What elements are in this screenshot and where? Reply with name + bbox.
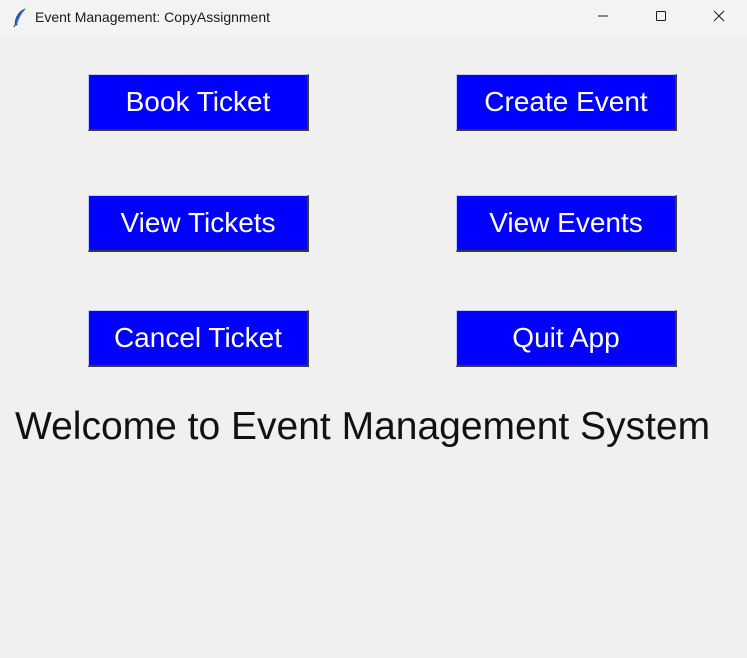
window-title: Event Management: CopyAssignment [35,9,271,25]
view-tickets-button[interactable]: View Tickets [88,195,309,252]
maximize-button[interactable] [632,0,690,36]
app-window: Event Management: CopyAssignment Book Ti… [0,0,747,658]
create-event-button[interactable]: Create Event [456,74,677,131]
feather-icon [12,8,28,28]
view-events-button[interactable]: View Events [456,195,677,252]
maximize-icon [655,9,667,27]
welcome-label: Welcome to Event Management System [15,405,711,448]
cancel-ticket-button[interactable]: Cancel Ticket [88,310,309,367]
title-bar[interactable]: Event Management: CopyAssignment [0,0,747,37]
close-icon [713,9,725,27]
quit-app-button[interactable]: Quit App [456,310,677,367]
close-button[interactable] [690,0,747,36]
main-area: Book Ticket Create Event View Tickets Vi… [0,37,747,658]
minimize-icon [597,9,609,27]
book-ticket-button[interactable]: Book Ticket [88,74,309,131]
minimize-button[interactable] [574,0,632,36]
